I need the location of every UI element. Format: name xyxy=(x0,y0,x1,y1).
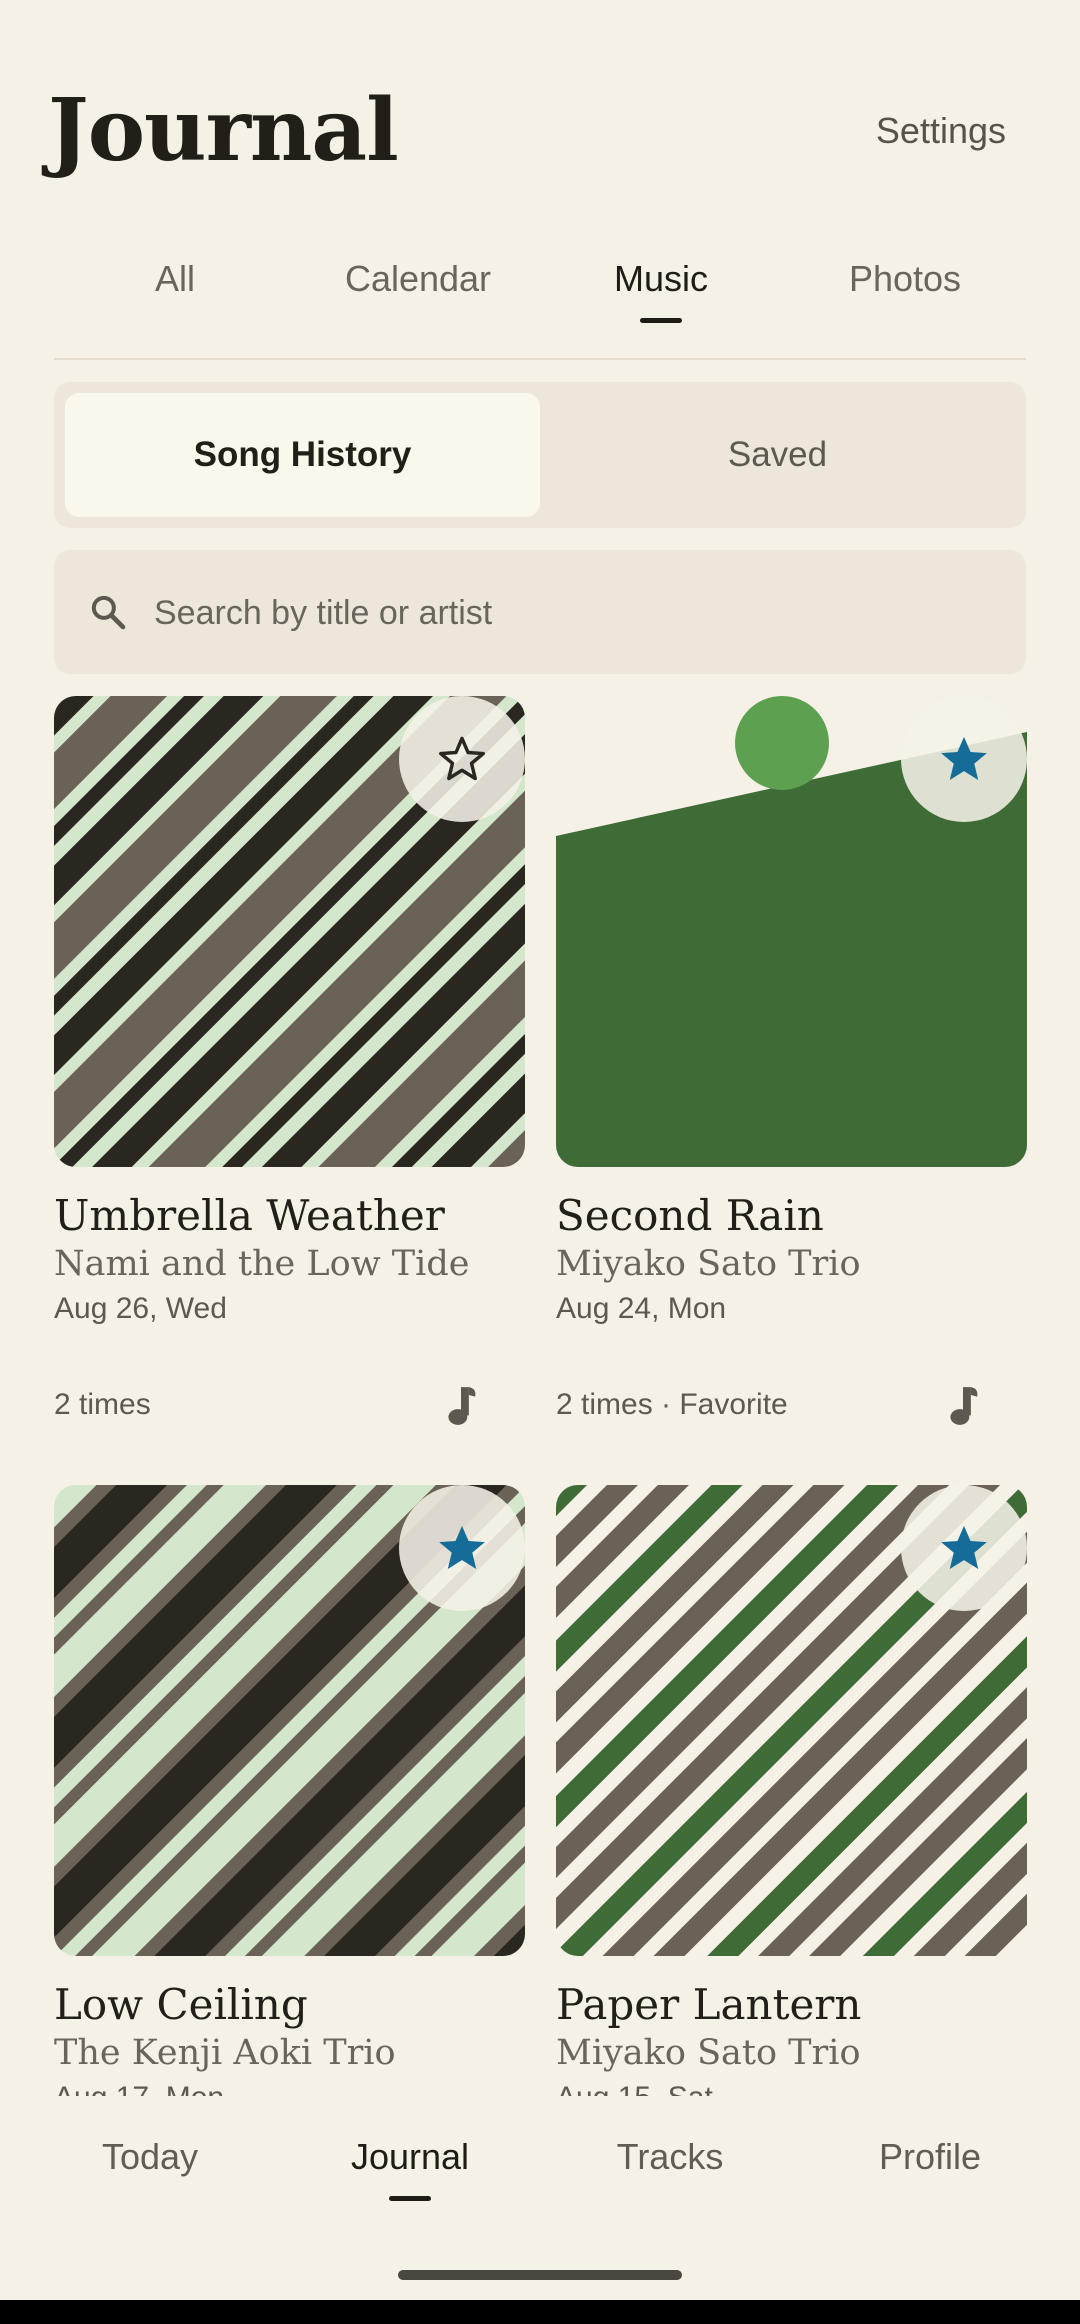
top-tabs: All Calendar Music Photos xyxy=(54,250,1026,360)
star-filled-icon xyxy=(941,736,987,780)
music-note-icon xyxy=(950,1387,978,1425)
song-artist: Miyako Sato Trio xyxy=(556,1244,861,1284)
song-artist: Miyako Sato Trio xyxy=(556,2033,861,2073)
nav-tracks[interactable]: Tracks xyxy=(617,2136,724,2178)
album-art xyxy=(556,1485,1027,1956)
active-tab-indicator xyxy=(640,318,682,323)
song-title: Low Ceiling xyxy=(54,1980,308,2029)
history-saved-toggle: Song History Saved xyxy=(54,382,1026,528)
song-grid: Umbrella Weather Nami and the Low Tide A… xyxy=(0,696,1080,2096)
album-art xyxy=(556,696,1027,1167)
star-outline-icon xyxy=(439,736,485,781)
song-artist: The Kenji Aoki Trio xyxy=(54,2033,396,2073)
song-date: Aug 24, Mon xyxy=(556,1292,727,1325)
tabs-divider xyxy=(54,358,1026,360)
song-card[interactable]: Low Ceiling The Kenji Aoki Trio Aug 17, … xyxy=(54,1485,525,2096)
search-icon xyxy=(91,595,126,630)
search-bar xyxy=(54,550,1026,676)
settings-button[interactable]: Settings xyxy=(876,110,1006,152)
star-filled-icon xyxy=(941,1525,987,1569)
nav-today[interactable]: Today xyxy=(102,2136,198,2178)
tab-calendar[interactable]: Calendar xyxy=(345,258,491,300)
page-title: Journal xyxy=(48,80,399,181)
album-art xyxy=(54,1485,525,1956)
song-date: Aug 26, Wed xyxy=(54,1292,227,1325)
favorite-toggle[interactable] xyxy=(399,1485,525,1611)
home-indicator[interactable] xyxy=(398,2270,682,2280)
tab-music[interactable]: Music xyxy=(614,258,708,300)
album-art xyxy=(54,696,525,1167)
tab-photos[interactable]: Photos xyxy=(849,258,961,300)
nav-journal[interactable]: Journal xyxy=(351,2136,469,2178)
tab-all[interactable]: All xyxy=(155,258,195,300)
favorite-toggle[interactable] xyxy=(901,1485,1027,1611)
song-card[interactable]: Second Rain Miyako Sato Trio Aug 24, Mon… xyxy=(556,696,1027,1432)
search-input[interactable] xyxy=(152,550,976,676)
song-title: Second Rain xyxy=(556,1191,824,1240)
segment-saved[interactable]: Saved xyxy=(540,393,1015,517)
play-count: 2 times xyxy=(54,1388,151,1421)
song-date: Aug 17, Mon xyxy=(54,2081,525,2096)
song-card[interactable]: Paper Lantern Miyako Sato Trio Aug 15, S… xyxy=(556,1485,1027,2096)
play-count: 2 times · Favorite xyxy=(556,1388,788,1421)
favorite-toggle[interactable] xyxy=(901,696,1027,822)
screen-bottom-edge xyxy=(0,2300,1080,2324)
bottom-nav: Today Journal Tracks Profile xyxy=(0,2100,1080,2324)
segment-song-history[interactable]: Song History xyxy=(65,393,540,517)
song-title: Umbrella Weather xyxy=(54,1191,445,1240)
nav-profile[interactable]: Profile xyxy=(879,2136,981,2178)
song-card[interactable]: Umbrella Weather Nami and the Low Tide A… xyxy=(54,696,525,1432)
song-date: Aug 15, Sat xyxy=(556,2081,1027,2096)
song-title: Paper Lantern xyxy=(556,1980,862,2029)
music-note-icon xyxy=(448,1387,476,1425)
song-artist: Nami and the Low Tide xyxy=(54,1244,470,1284)
active-nav-indicator xyxy=(389,2196,431,2201)
favorite-toggle[interactable] xyxy=(399,696,525,822)
star-filled-icon xyxy=(439,1525,485,1569)
